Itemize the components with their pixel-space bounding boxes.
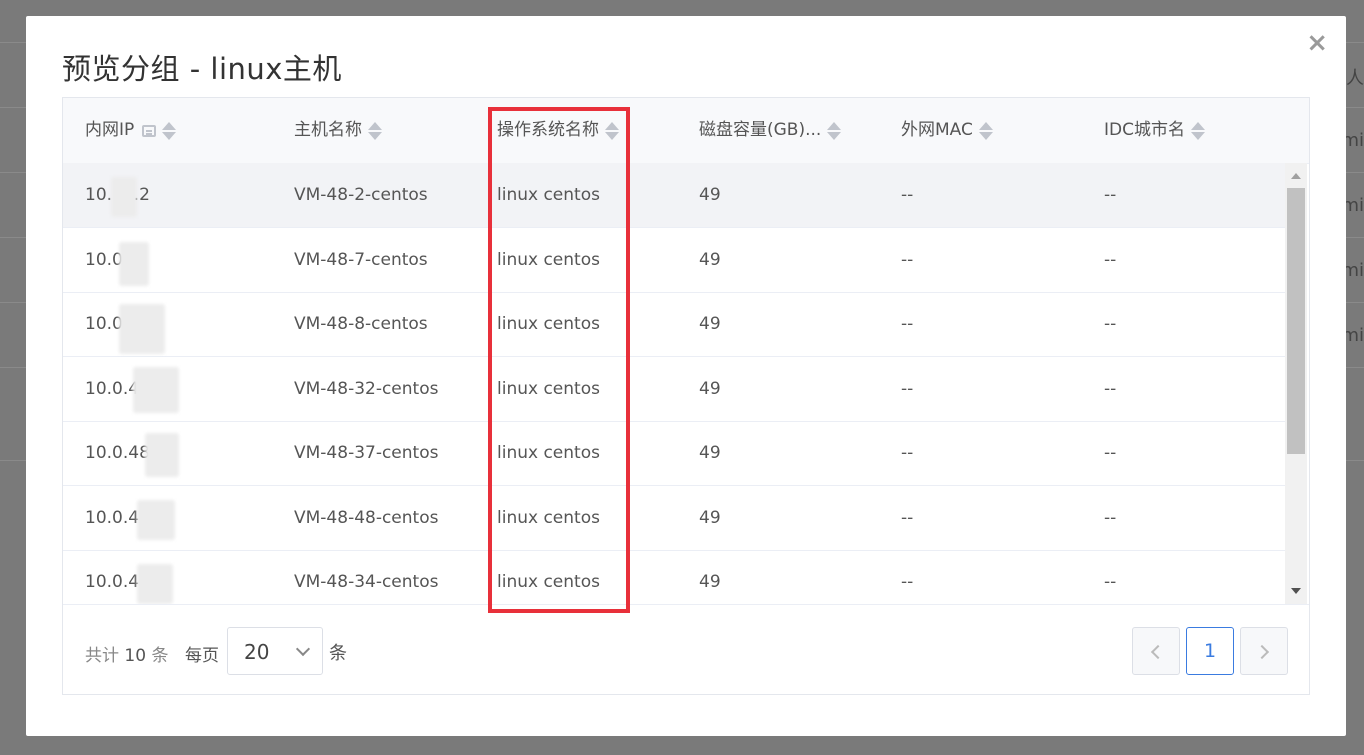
cell-disk: 49 (699, 572, 721, 592)
cell-ip: 10.0.4 (85, 379, 140, 399)
cell-mac: -- (901, 185, 914, 205)
cell-hostname: VM-48-34-centos (294, 572, 439, 592)
cell-os: linux centos (497, 379, 600, 399)
cell-os: linux centos (497, 185, 600, 205)
cell-ip: 10.0 (85, 314, 123, 334)
cell-idc-city: -- (1104, 443, 1117, 463)
cell-hostname: VM-48-2-centos (294, 185, 428, 205)
cell-mac: -- (901, 379, 914, 399)
sort-icon[interactable] (162, 121, 177, 141)
chevron-right-icon (1254, 644, 1270, 660)
column-header-os-name[interactable]: 操作系统名称 (497, 98, 619, 163)
cell-idc-city: -- (1104, 572, 1117, 592)
cell-idc-city: -- (1104, 250, 1117, 270)
redaction-mask (145, 433, 179, 477)
cell-disk: 49 (699, 250, 721, 270)
column-header-mac[interactable]: 外网MAC (901, 98, 993, 163)
cell-idc-city: -- (1104, 185, 1117, 205)
cell-mac: -- (901, 314, 914, 334)
total-count: 10 (124, 646, 147, 666)
column-header-hostname[interactable]: 主机名称 (294, 98, 382, 163)
cell-mac: -- (901, 508, 914, 528)
column-header-idc-city[interactable]: IDC城市名 (1104, 98, 1205, 163)
column-label: 磁盘容量(GB)... (699, 120, 822, 140)
cell-ip: 10.0.48 (85, 443, 150, 463)
column-label: 内网IP (85, 120, 135, 140)
column-header-ip[interactable]: 内网IP (85, 98, 177, 163)
cell-ip: 10.0.4 (85, 572, 140, 592)
cell-os: linux centos (497, 572, 600, 592)
page-size-select[interactable]: 20 (227, 627, 323, 675)
redaction-mask (137, 564, 173, 604)
table-body: 10. .3.2 VM-48-2-centos linux centos 49 … (63, 163, 1285, 604)
total-suffix: 条 (151, 646, 169, 666)
page-size-unit-label: 条 (329, 643, 347, 664)
page-number-button[interactable]: 1 (1186, 627, 1234, 675)
table-row[interactable]: 10.0.4 VM-48-32-centos linux centos 49 -… (63, 357, 1285, 422)
cell-idc-city: -- (1104, 379, 1117, 399)
column-label: 外网MAC (901, 120, 973, 140)
table-row[interactable]: 10.0.4 VM-48-34-centos linux centos 49 -… (63, 550, 1285, 604)
cell-mac: -- (901, 250, 914, 270)
redaction-mask (137, 500, 175, 540)
page-size-value: 20 (244, 640, 270, 664)
cell-os: linux centos (497, 508, 600, 528)
total-prefix: 共计 (85, 646, 119, 666)
cell-disk: 49 (699, 185, 721, 205)
scroll-down-arrow-icon[interactable] (1291, 588, 1301, 594)
cell-hostname: VM-48-32-centos (294, 379, 439, 399)
cell-idc-city: -- (1104, 314, 1117, 334)
table-row[interactable]: 10.0.48 VM-48-37-centos linux centos 49 … (63, 421, 1285, 486)
table-row[interactable]: 10.0 7 VM-48-7-centos linux centos 49 --… (63, 228, 1285, 293)
cell-mac: -- (901, 443, 914, 463)
cell-disk: 49 (699, 314, 721, 334)
sort-icon[interactable] (605, 121, 619, 141)
cell-hostname: VM-48-8-centos (294, 314, 428, 334)
total-count-text: 共计 10 条 (85, 641, 168, 666)
cell-mac: -- (901, 572, 914, 592)
pagination-bar: 共计 10 条 每页 20 条 1 (63, 604, 1309, 695)
redaction-mask (133, 367, 179, 413)
redaction-mask (111, 177, 137, 217)
sort-icon[interactable] (368, 121, 382, 141)
cell-disk: 49 (699, 379, 721, 399)
column-label: 主机名称 (294, 120, 362, 140)
preview-group-dialog: 预览分组 - linux主机 × 内网IP 主机名称 操作系统名称 磁盘容量(G… (26, 16, 1346, 736)
table-row[interactable]: 10. .3.2 VM-48-2-centos linux centos 49 … (63, 163, 1285, 228)
table-row[interactable]: 10.0.4 VM-48-48-centos linux centos 49 -… (63, 486, 1285, 551)
close-icon[interactable]: × (1306, 28, 1328, 58)
cell-disk: 49 (699, 443, 721, 463)
sort-icon[interactable] (978, 121, 993, 141)
scroll-up-arrow-icon[interactable] (1291, 173, 1301, 179)
cell-hostname: VM-48-48-centos (294, 508, 439, 528)
cell-hostname: VM-48-7-centos (294, 250, 428, 270)
scrollbar-thumb[interactable] (1287, 188, 1305, 454)
redaction-mask (119, 242, 149, 286)
cell-ip: 10.0.4 (85, 508, 140, 528)
sort-icon[interactable] (827, 121, 842, 141)
vertical-scrollbar[interactable] (1285, 163, 1307, 604)
cell-os: linux centos (497, 314, 600, 334)
table-header: 内网IP 主机名称 操作系统名称 磁盘容量(GB)... 外网MAC IDC城市… (63, 98, 1309, 164)
per-page-label: 每页 (185, 646, 219, 666)
chevron-left-icon (1150, 644, 1166, 660)
redaction-mask (119, 304, 165, 354)
cell-idc-city: -- (1104, 508, 1117, 528)
prev-page-button[interactable] (1132, 627, 1180, 675)
cell-disk: 49 (699, 508, 721, 528)
cell-hostname: VM-48-37-centos (294, 443, 439, 463)
list-icon[interactable] (142, 124, 157, 137)
cell-os: linux centos (497, 443, 600, 463)
sort-icon[interactable] (1190, 121, 1205, 141)
column-header-disk[interactable]: 磁盘容量(GB)... (699, 98, 842, 163)
column-label: 操作系统名称 (497, 120, 599, 140)
host-table: 内网IP 主机名称 操作系统名称 磁盘容量(GB)... 外网MAC IDC城市… (62, 97, 1310, 695)
table-row[interactable]: 10.0 VM-48-8-centos linux centos 49 -- -… (63, 292, 1285, 357)
cell-os: linux centos (497, 250, 600, 270)
column-label: IDC城市名 (1104, 120, 1185, 140)
chevron-down-icon (295, 641, 311, 657)
next-page-button[interactable] (1240, 627, 1288, 675)
dialog-title: 预览分组 - linux主机 (62, 52, 342, 86)
